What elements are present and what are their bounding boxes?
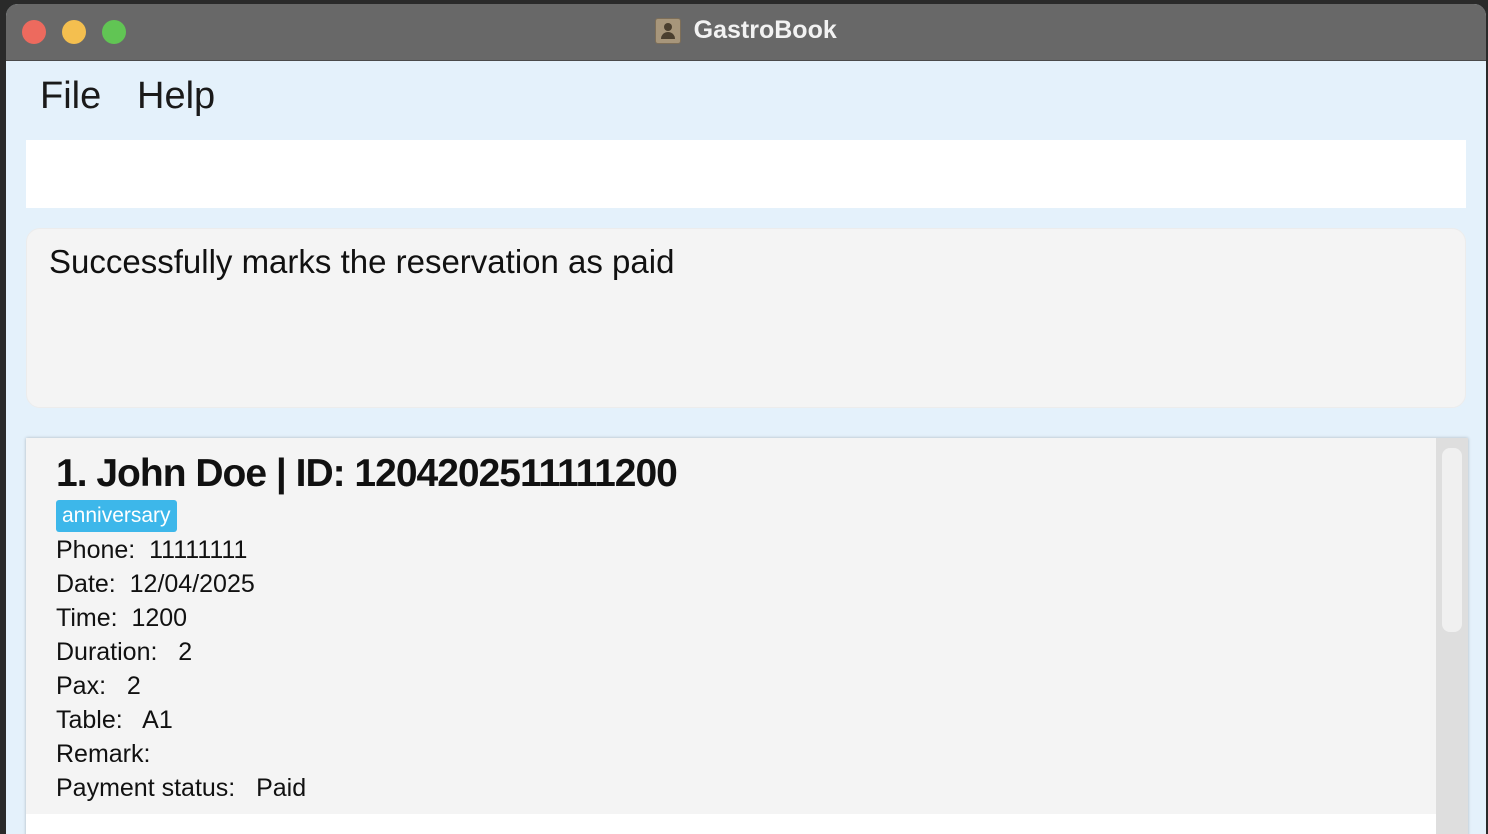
menu-bar: File Help <box>6 61 1486 133</box>
title-bar[interactable]: GastroBook <box>6 4 1486 61</box>
pax-field: Pax: 2 <box>56 672 141 700</box>
menu-help[interactable]: Help <box>137 75 215 118</box>
result-display: Successfully marks the reservation as pa… <box>26 228 1466 408</box>
reservation-list[interactable]: 1. John Doe | ID: 1204202511111200 anniv… <box>26 438 1468 834</box>
time-field: Time: 1200 <box>56 604 188 632</box>
reservation-title: 1. John Doe | ID: 1204202511111200 <box>56 452 678 495</box>
payment-status-field: Payment status: Paid <box>56 774 307 802</box>
scrollbar-thumb[interactable] <box>1442 448 1462 632</box>
date-field: Date: 12/04/2025 <box>56 570 255 598</box>
menu-file[interactable]: File <box>40 75 101 118</box>
result-message: Successfully marks the reservation as pa… <box>49 243 675 280</box>
phone-field: Phone: 11111111 <box>56 536 248 564</box>
window-title-area: GastroBook <box>6 16 1486 48</box>
contacts-book-icon <box>655 17 682 44</box>
remark-field: Remark: <box>56 740 151 768</box>
window-title: GastroBook <box>693 16 837 44</box>
duration-field: Duration: 2 <box>56 638 193 666</box>
scrollbar-track[interactable] <box>1436 438 1468 834</box>
reservation-card[interactable]: 1. John Doe | ID: 1204202511111200 anniv… <box>26 438 1436 814</box>
table-field: Table: A1 <box>56 706 173 734</box>
app-window: GastroBook File Help Successfully marks … <box>6 4 1486 834</box>
tag-badge: anniversary <box>56 500 177 532</box>
command-input[interactable] <box>26 140 1466 208</box>
